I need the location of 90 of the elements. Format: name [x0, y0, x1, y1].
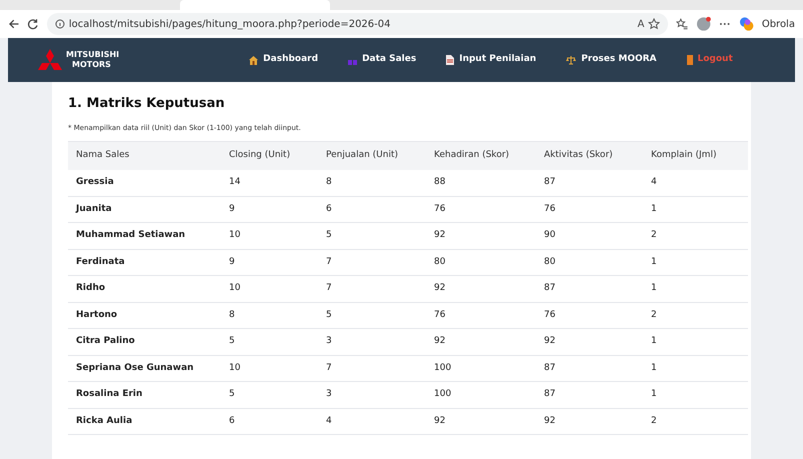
table-cell: 87: [536, 355, 643, 382]
table-cell: 10: [221, 355, 318, 382]
table-cell: 92: [426, 328, 536, 355]
column-header: Aktivitas (Skor): [536, 142, 643, 170]
url-text: localhost/mitsubishi/pages/hitung_moora.php?periode=2026-04: [68, 18, 390, 32]
table-cell: 1: [643, 276, 748, 302]
table-cell: 80: [426, 249, 536, 276]
table-cell: 6: [221, 408, 318, 434]
table-cell: 88: [426, 170, 536, 196]
brand-text: MOTORS: [72, 60, 112, 70]
sales-name-cell: Sepriana Ose Gunawan: [68, 355, 221, 382]
table-cell: 1: [643, 328, 748, 355]
sales-name-cell: Citra Palino: [68, 328, 221, 355]
table-cell: 92: [426, 222, 536, 249]
table-cell: 5: [318, 302, 426, 328]
sales-name-cell: Muhammad Setiawan: [68, 222, 221, 249]
table-cell: 1: [643, 196, 748, 222]
table-cell: 7: [318, 276, 426, 302]
nav-link[interactable]: Input Penilaian: [446, 53, 536, 67]
table-cell: 100: [426, 382, 536, 408]
table-cell: 10: [221, 222, 318, 249]
table-cell: 92: [536, 408, 643, 434]
table-cell: 7: [318, 249, 426, 276]
sales-name-cell: Ridho: [68, 276, 221, 302]
star-icon[interactable]: [648, 18, 660, 30]
read-aloud-icon[interactable]: A: [638, 16, 644, 32]
column-header: Nama Sales: [68, 142, 221, 170]
sales-name-cell: Juanita: [68, 196, 221, 222]
section-title: 1. Matriks Keputusan: [68, 95, 226, 113]
nav-link[interactable]: Dashboard: [249, 53, 318, 67]
reload-icon[interactable]: [27, 18, 39, 30]
table-cell: 87: [536, 276, 643, 302]
table-cell: 1: [643, 355, 748, 382]
column-header: Closing (Unit): [221, 142, 318, 170]
address-bar[interactable]: localhost/mitsubishi/pages/hitung_moora.php?periode=2026-04 A: [46, 13, 668, 35]
back-icon[interactable]: [8, 18, 20, 30]
copilot-icon[interactable]: [738, 16, 754, 32]
table-cell: 8: [221, 302, 318, 328]
table-cell: 9: [221, 249, 318, 276]
nav-link[interactable]: Data Sales: [348, 53, 416, 67]
table-cell: 1: [643, 249, 748, 276]
table-cell: 92: [536, 328, 643, 355]
table-cell: 3: [318, 382, 426, 408]
table-cell: 92: [426, 408, 536, 434]
sales-name-cell: Ricka Aulia: [68, 408, 221, 434]
table-cell: 2: [643, 408, 748, 434]
table-cell: 10: [221, 276, 318, 302]
column-header: Komplain (Jml): [643, 142, 748, 170]
table-cell: 3: [318, 328, 426, 355]
table-cell: 76: [536, 196, 643, 222]
sales-name-cell: Rosalina Erin: [68, 382, 221, 408]
copilot-label[interactable]: Obrola: [762, 16, 795, 32]
brand-text: MITSUBISHI: [66, 50, 120, 60]
document-icon: [446, 55, 454, 65]
table-cell: 5: [221, 328, 318, 355]
profile-icon[interactable]: [696, 16, 712, 32]
table-cell: 80: [536, 249, 643, 276]
table-cell: 5: [318, 222, 426, 249]
favorites-icon[interactable]: [676, 18, 688, 30]
nav-link[interactable]: Proses MOORA: [566, 53, 657, 67]
scale-icon: [566, 55, 576, 65]
table-cell: 92: [426, 276, 536, 302]
more-icon[interactable]: [719, 22, 731, 26]
table-cell: 1: [643, 382, 748, 408]
sales-name-cell: Gressia: [68, 170, 221, 196]
table-cell: 87: [536, 382, 643, 408]
logo-icon: [38, 49, 62, 71]
info-icon: [54, 19, 65, 29]
table-cell: 76: [426, 196, 536, 222]
table-cell: 8: [318, 170, 426, 196]
table-cell: 2: [643, 302, 748, 328]
table-cell: 76: [536, 302, 643, 328]
house-icon: [249, 56, 258, 64]
door-icon: [686, 55, 693, 65]
table-cell: 87: [536, 170, 643, 196]
table-cell: 100: [426, 355, 536, 382]
table-cell: 4: [643, 170, 748, 196]
table-cell: 5: [221, 382, 318, 408]
sales-name-cell: Hartono: [68, 302, 221, 328]
table-cell: 6: [318, 196, 426, 222]
table-cell: 76: [426, 302, 536, 328]
table-cell: 90: [536, 222, 643, 249]
table-cell: 9: [221, 196, 318, 222]
column-header: Penjualan (Unit): [318, 142, 426, 170]
sales-name-cell: Ferdinata: [68, 249, 221, 276]
column-header: Kehadiran (Skor): [426, 142, 536, 170]
table-cell: 4: [318, 408, 426, 434]
table-cell: 14: [221, 170, 318, 196]
table-cell: 7: [318, 355, 426, 382]
table-cell: 2: [643, 222, 748, 249]
